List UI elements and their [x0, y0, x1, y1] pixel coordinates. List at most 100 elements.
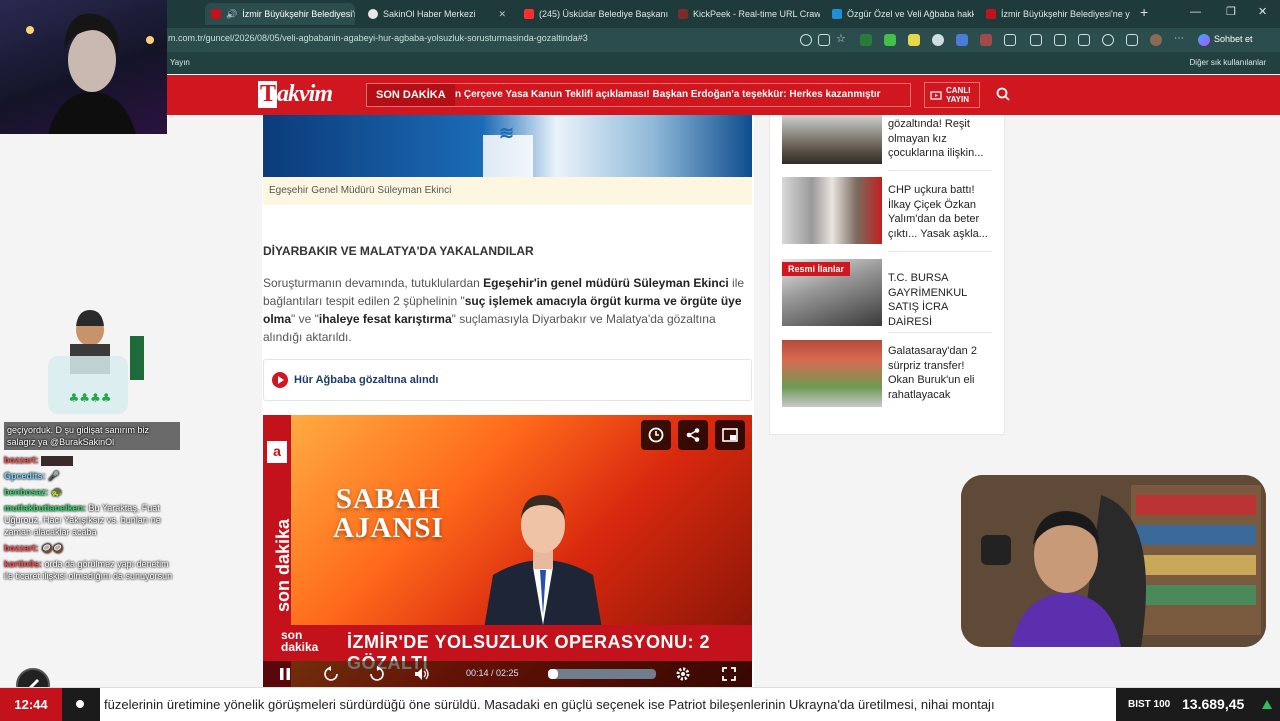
sidebar-news-item[interactable]: gözaltında! Reşit olmayan kız çocukların…	[782, 115, 992, 164]
chat-text: geçiyorduk. D şu gidişat sanırım biz sal…	[7, 425, 150, 447]
breaking-news-label: SON DAKİKA	[367, 84, 455, 106]
picture-in-picture-button[interactable]	[715, 420, 745, 450]
minimize-icon[interactable]: —	[1190, 6, 1201, 18]
news-headline[interactable]: CHP uçkura battı! İlkay Çiçek Özkan Yalı…	[888, 183, 992, 241]
chat-button[interactable]: Sohbet et	[1214, 34, 1253, 44]
program-title: SABAH AJANSI	[333, 485, 444, 543]
play-icon	[272, 372, 288, 388]
breaking-news-text[interactable]: n Çerçeve Yasa Kanun Teklifi açıklaması!…	[455, 84, 881, 106]
close-icon[interactable]: ✕	[498, 9, 506, 20]
live-broadcast-button[interactable]: CANLI YAYIN	[924, 82, 980, 108]
chat-username[interactable]: bozzart:	[4, 543, 39, 553]
tab-label: Özgür Özel ve Veli Ağbaba hakk	[847, 9, 974, 19]
pause-button[interactable]	[275, 664, 295, 684]
extension-icon[interactable]	[932, 34, 944, 46]
program-title-line: AJANSI	[333, 512, 444, 544]
favorite-star-icon[interactable]: ☆	[836, 34, 848, 46]
forward-icon	[370, 666, 384, 681]
more-icon[interactable]: ⋯	[1174, 34, 1186, 46]
chat-username[interactable]: mutlakbutlanelken:	[4, 503, 86, 513]
other-favorites[interactable]: Diğer sık kullanılanlar	[1190, 58, 1266, 67]
stream-chat: geçiyorduk. D şu gidişat sanırım biz sal…	[4, 422, 180, 586]
extensions-icon[interactable]	[1004, 34, 1016, 46]
emote-icon: 🐢	[51, 487, 63, 497]
video-player[interactable]: a son dakika SABAH AJANSI son dakika İZMİR…	[263, 415, 752, 687]
related-link-text[interactable]: Hür Ağbaba gözaltına alındı	[294, 374, 438, 386]
collections-icon[interactable]	[1078, 34, 1090, 46]
fullscreen-button[interactable]	[719, 664, 739, 684]
bookmark-item[interactable]: Yayın	[170, 58, 190, 67]
address-bar: m.com.tr/guncel/2026/08/05/veli-agbabani…	[0, 28, 1280, 52]
news-headline[interactable]: gözaltında! Reşit olmayan kız çocukların…	[888, 117, 992, 161]
tab-sakinol[interactable]: SakinOl Haber Merkezi ✕	[362, 3, 512, 25]
watch-later-button[interactable]	[641, 420, 671, 450]
news-thumbnail	[782, 115, 882, 164]
extension-icon[interactable]	[956, 34, 968, 46]
logo-letter: T	[258, 81, 278, 108]
chat-username[interactable]: bozzart:	[4, 455, 39, 465]
svg-text:♣♣♣♣: ♣♣♣♣	[68, 391, 111, 405]
globe-icon	[368, 9, 378, 19]
kickpeek-icon	[678, 9, 688, 19]
chat-message: bozzart: 🥥🥥	[4, 542, 180, 554]
chat-username[interactable]: kortin0s:	[4, 559, 42, 569]
split-screen-icon[interactable]	[1030, 34, 1042, 46]
share-button[interactable]	[678, 420, 708, 450]
lower-third-tag: son dakika	[281, 629, 318, 653]
extension-icon[interactable]	[860, 34, 872, 46]
reader-icon[interactable]	[818, 34, 830, 46]
downloads-icon[interactable]	[1126, 34, 1138, 46]
pip-icon	[722, 428, 738, 442]
tv-icon	[930, 91, 942, 100]
health-icon[interactable]	[1102, 34, 1114, 46]
news-thumbnail	[782, 177, 882, 244]
avatar[interactable]	[1150, 34, 1162, 46]
news-thumbnail	[782, 340, 882, 407]
para-bold: Egeşehir'in genel müdürü Süleyman Ekinci	[483, 276, 729, 290]
search-icon[interactable]	[996, 87, 1010, 101]
emote-icon	[41, 455, 74, 466]
forward-button[interactable]	[367, 664, 387, 684]
volume-button[interactable]	[412, 664, 432, 684]
bist-label: BIST 100	[1128, 699, 1171, 710]
site-logo[interactable]: Takvim	[258, 81, 333, 108]
restore-icon[interactable]: ❐	[1226, 5, 1236, 18]
webcam-overlay-top	[0, 0, 167, 134]
news-headline[interactable]: Galatasaray'dan 2 sürpriz transfer! Okan…	[888, 344, 992, 402]
settings-button[interactable]	[673, 664, 693, 684]
sidebar-news-item[interactable]: Galatasaray'dan 2 sürpriz transfer! Okan…	[782, 340, 992, 408]
related-article-link[interactable]: Hür Ağbaba gözaltına alındı	[263, 359, 752, 401]
site-header: Takvim SON DAKİKA n Çerçeve Yasa Kanun T…	[166, 75, 1280, 115]
copilot-icon[interactable]	[1198, 34, 1210, 46]
video-progress-bar[interactable]	[548, 669, 656, 679]
extension-icon[interactable]	[980, 34, 992, 46]
sidebar-news-item[interactable]: CHP uçkura battı! İlkay Çiçek Özkan Yalı…	[782, 177, 992, 245]
share-icon	[686, 428, 700, 442]
speaker-icon: 🔊	[226, 8, 238, 19]
tab-izmir[interactable]: 🔊 İzmir Büyükşehir Belediyesi'n ✕	[205, 3, 355, 25]
tab-izmir-2[interactable]: İzmir Büyükşehir Belediyesi'ne ye ✕	[980, 3, 1130, 25]
tab-kickpeek[interactable]: KickPeek - Real-time URL Crawler ✕	[672, 3, 820, 25]
sidebar-news-item[interactable]: Resmi İlanlar T.C. BURSA GAYRİMENKUL SAT…	[782, 259, 992, 329]
tab-youtube[interactable]: (245) Üsküdar Belediye Başkanı S ✕	[518, 3, 668, 25]
rewind-icon	[324, 666, 338, 681]
chat-username[interactable]: benbosaz:	[4, 487, 49, 497]
url-field[interactable]: m.com.tr/guncel/2026/08/05/veli-agbabani…	[168, 33, 588, 43]
extension-icon[interactable]	[908, 34, 920, 46]
chat-username[interactable]: Gpcedits:	[4, 471, 46, 481]
news-headline[interactable]: T.C. BURSA GAYRİMENKUL SATIŞ İCRA DAİRES…	[888, 271, 992, 329]
hero-image: ≋	[263, 115, 752, 177]
site-favicon-icon	[986, 9, 996, 19]
ticker-text[interactable]: füzelerinin üretimine yönelik görüşmeler…	[104, 688, 1114, 721]
window-close-icon[interactable]: ✕	[1258, 5, 1267, 18]
chat-message: benbosaz: 🐢	[4, 486, 180, 498]
emote-icon: 🥥🥥	[41, 543, 64, 553]
rewind-button[interactable]	[321, 664, 341, 684]
notification-icon[interactable]	[800, 34, 812, 46]
favorites-icon[interactable]	[1054, 34, 1066, 46]
pause-icon	[280, 668, 290, 680]
tab-ozel[interactable]: Özgür Özel ve Veli Ağbaba hakk ✕	[826, 3, 974, 25]
extension-icon[interactable]	[884, 34, 896, 46]
video-progress-fill	[548, 669, 558, 679]
new-tab-icon[interactable]: +	[1140, 4, 1148, 20]
